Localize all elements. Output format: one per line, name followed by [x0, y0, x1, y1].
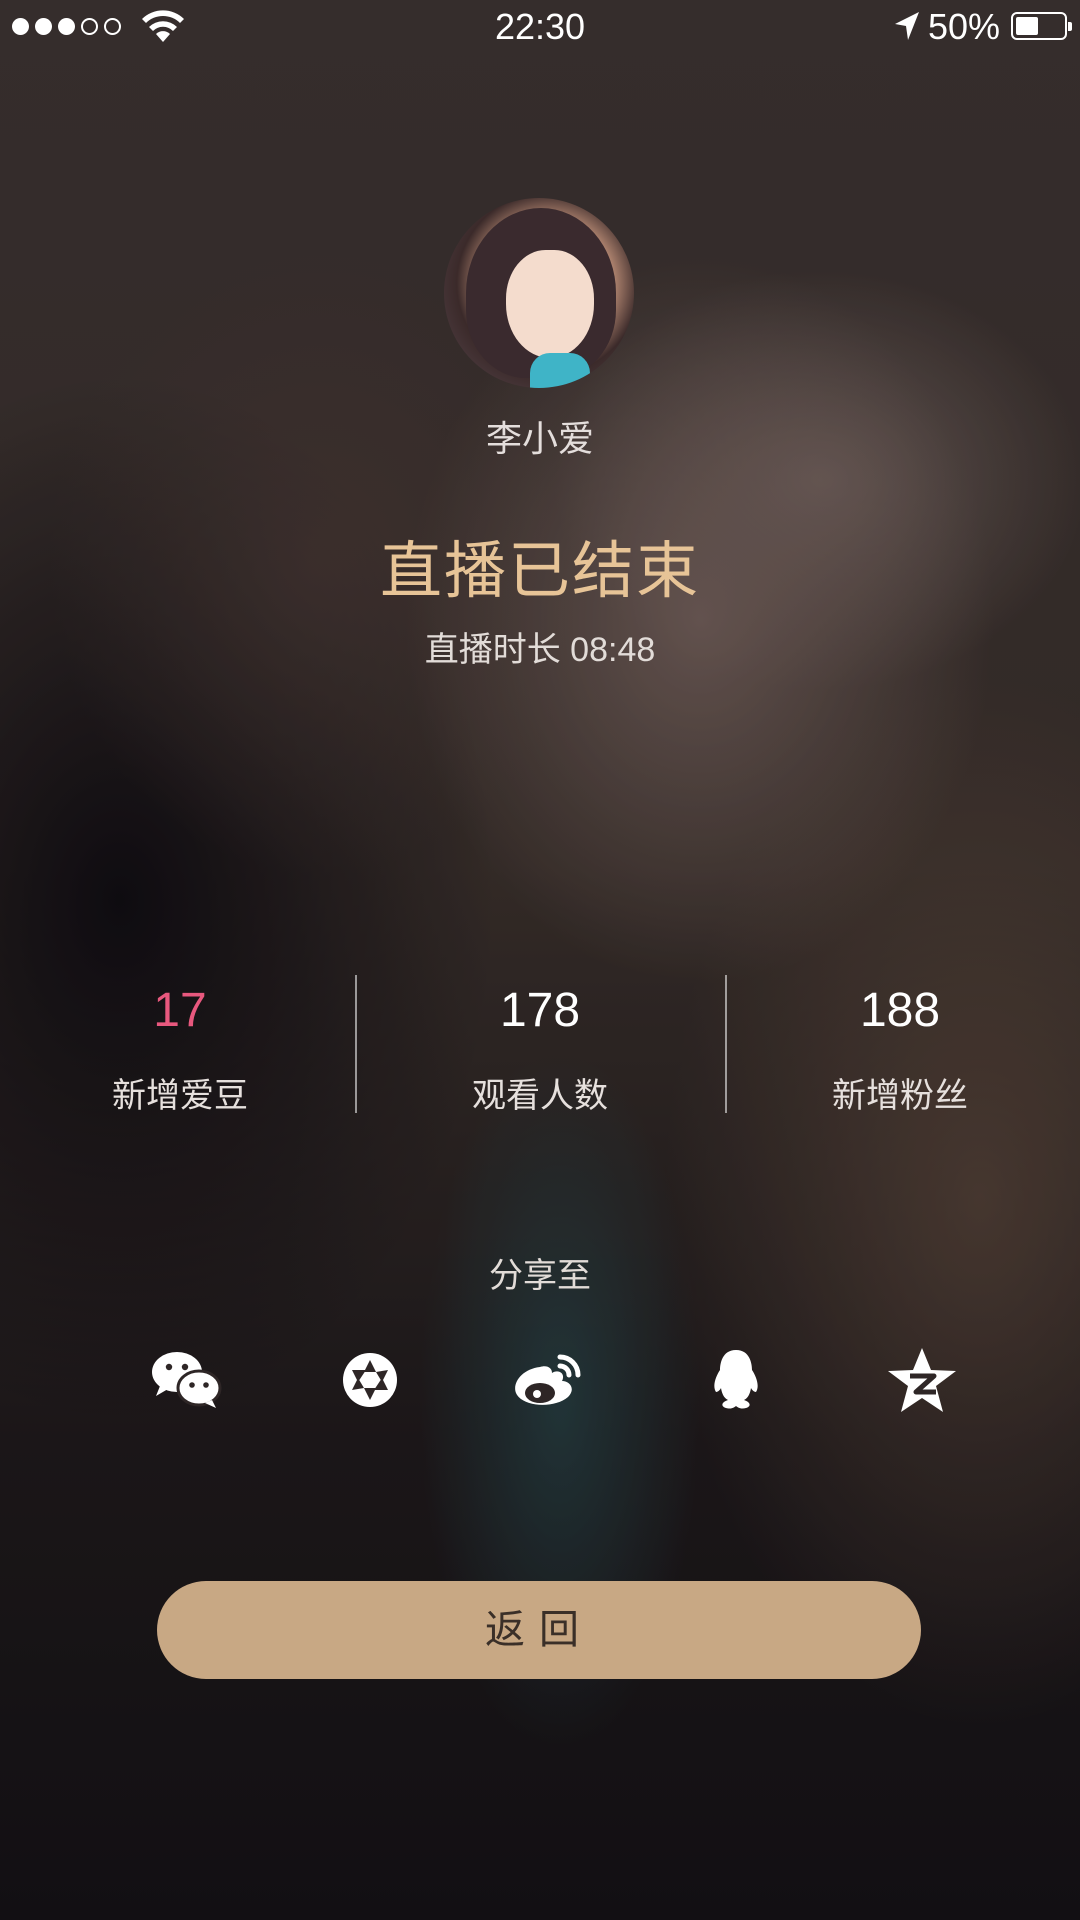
- stat-value: 17: [153, 984, 207, 1037]
- stat-value: 178: [499, 984, 581, 1037]
- share-row: [0, 1340, 1080, 1420]
- stat-value: 188: [859, 984, 941, 1037]
- divider: [355, 975, 357, 1113]
- stat-viewers: 178 观看人数: [360, 975, 720, 1115]
- moments-icon: [343, 1353, 397, 1407]
- stat-new-idols: 17 新增爱豆: [0, 975, 360, 1115]
- status-bar: 22:30 50%: [0, 0, 1080, 54]
- live-ended-title: 直播已结束: [379, 537, 700, 606]
- share-qzone-button[interactable]: [882, 1340, 962, 1420]
- share-wechat-button[interactable]: [146, 1340, 226, 1420]
- stat-label: 观看人数: [472, 1077, 608, 1115]
- share-weibo-button[interactable]: [508, 1340, 588, 1420]
- share-qq-button[interactable]: [696, 1340, 776, 1420]
- streamer-name: 李小爱: [485, 418, 594, 459]
- battery-percentage: 50%: [928, 6, 1001, 47]
- share-title: 分享至: [489, 1257, 591, 1295]
- avatar[interactable]: [444, 198, 634, 388]
- divider: [725, 975, 727, 1113]
- weibo-icon: [515, 1354, 581, 1405]
- back-button[interactable]: 返回: [157, 1581, 921, 1679]
- share-moments-button[interactable]: [330, 1340, 410, 1420]
- qzone-icon: [888, 1348, 956, 1412]
- wechat-icon: [152, 1352, 222, 1408]
- qq-icon: [714, 1350, 758, 1409]
- live-duration: 直播时长 08:48: [424, 631, 656, 669]
- stats-row: 17 新增爱豆 178 观看人数 188 新增粉丝: [0, 975, 1080, 1115]
- stat-new-fans: 188 新增粉丝: [720, 975, 1080, 1115]
- stat-label: 新增爱豆: [112, 1077, 248, 1115]
- location-arrow-icon: [895, 12, 919, 40]
- battery-icon: [1011, 12, 1072, 40]
- stat-label: 新增粉丝: [832, 1077, 968, 1115]
